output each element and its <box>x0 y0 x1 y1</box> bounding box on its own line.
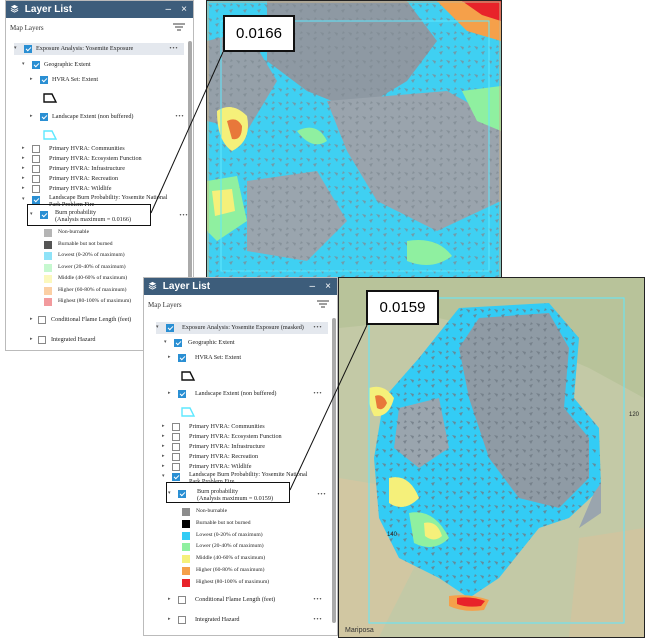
bottom-callout-leader-line <box>289 324 368 491</box>
